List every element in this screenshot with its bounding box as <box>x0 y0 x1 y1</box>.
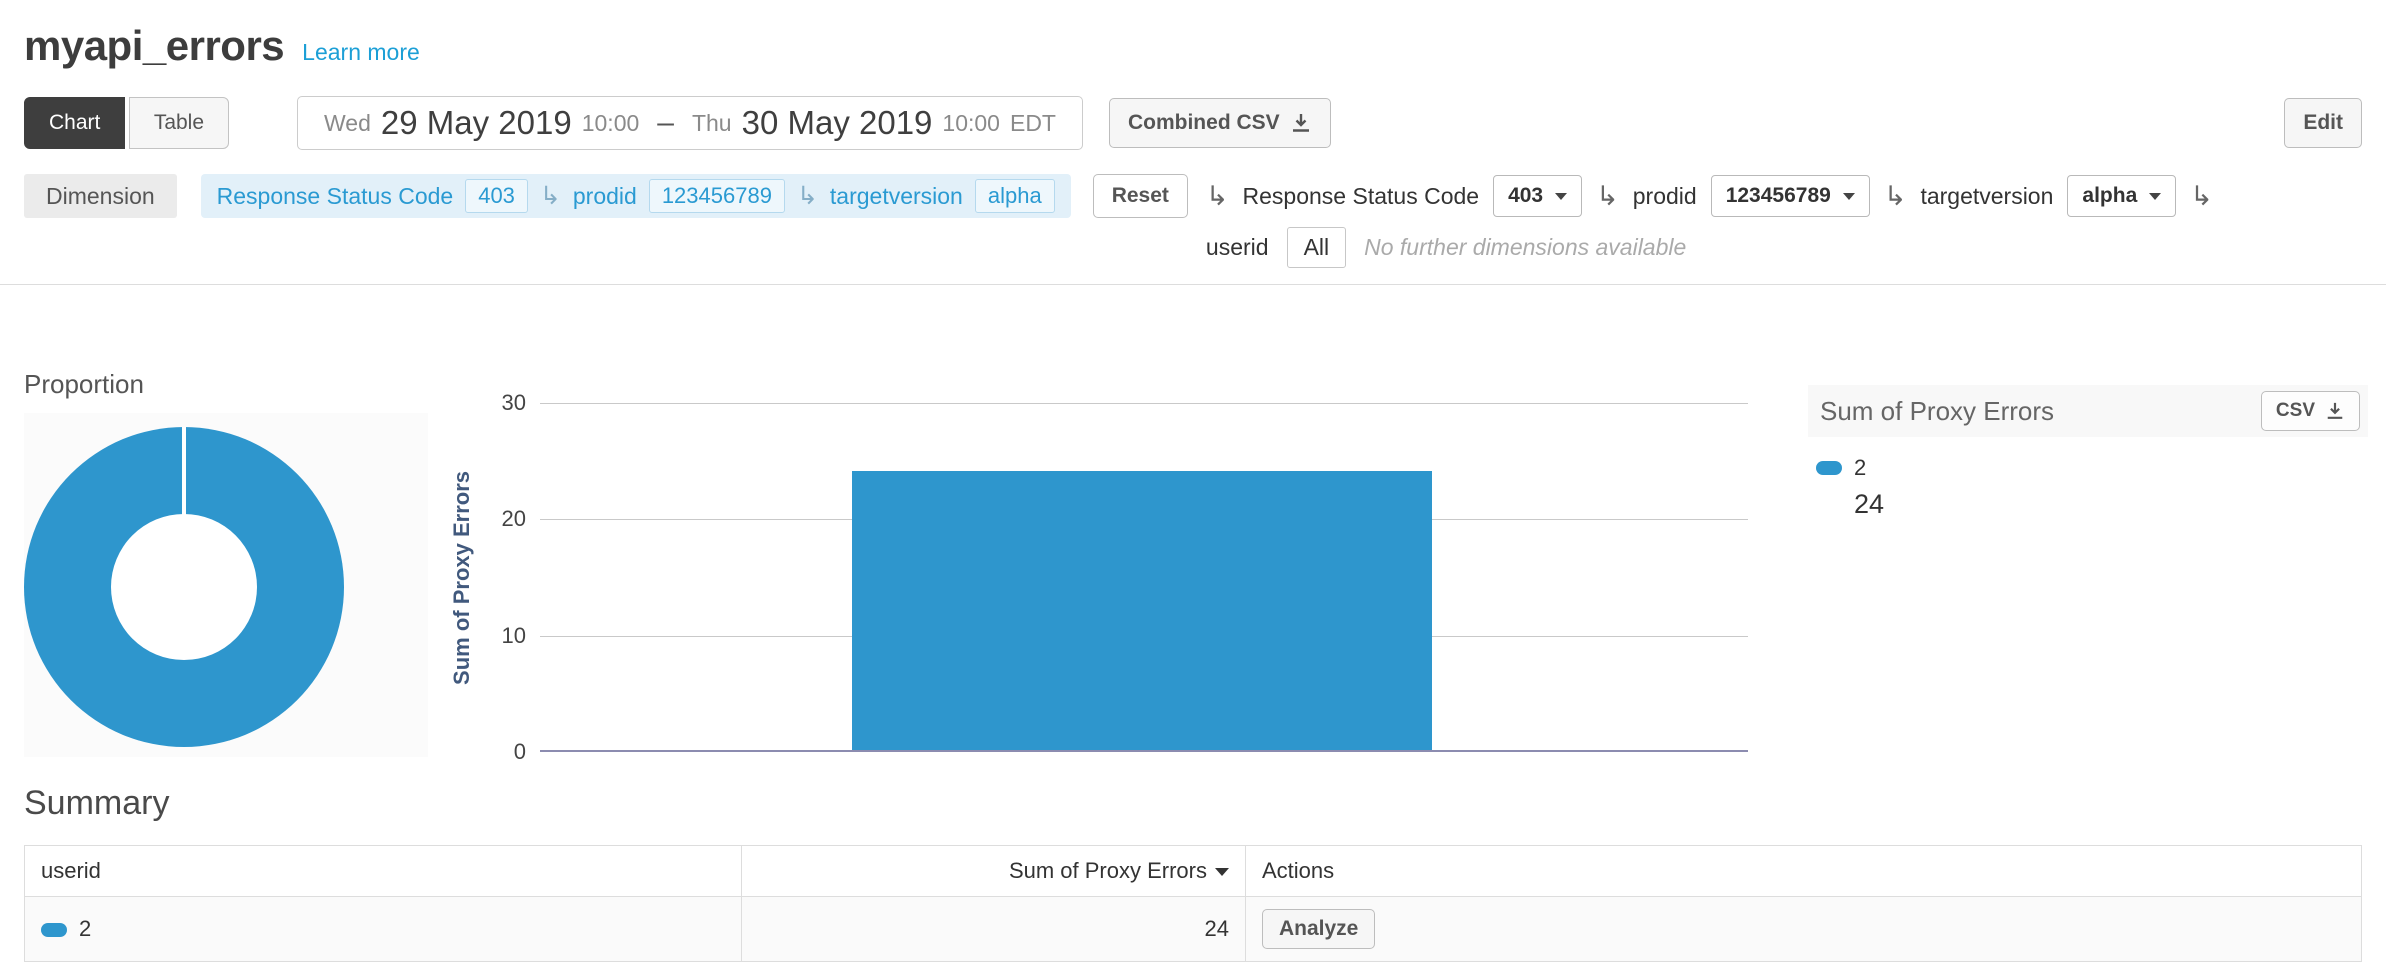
donut-chart[interactable] <box>24 427 344 747</box>
breadcrumb-name: targetversion <box>830 183 963 210</box>
selector-row-userid: userid All No further dimensions availab… <box>1206 226 2213 268</box>
proportion-donut-panel <box>24 413 428 757</box>
end-day: Thu <box>692 110 732 137</box>
no-more-dimensions-note: No further dimensions available <box>1364 234 1686 261</box>
summary-title: Summary <box>24 781 2386 825</box>
drill-down-arrow-icon: ↳ <box>1206 181 1229 212</box>
table-header-row: userid Sum of Proxy Errors Actions <box>25 846 2362 897</box>
start-date: 29 May 2019 <box>381 104 572 142</box>
breadcrumb-name: prodid <box>573 183 637 210</box>
chevron-down-icon <box>1843 193 1855 200</box>
drill-down-arrow-icon: ↳ <box>1596 181 1619 212</box>
combined-csv-button[interactable]: Combined CSV <box>1109 98 1331 148</box>
selector-row: ↳ Response Status Code 403 ↳ prodid 1234… <box>1206 174 2213 218</box>
drill-down-arrow-icon: ↳ <box>797 181 818 211</box>
error-bar[interactable] <box>852 471 1432 750</box>
chevron-down-icon <box>1555 193 1567 200</box>
dimension-breadcrumb[interactable]: Response Status Code 403 ↳ prodid 123456… <box>201 174 1071 218</box>
cell-userid: 2 <box>25 897 742 962</box>
legend-item-value: 24 <box>1854 489 2368 520</box>
reset-button[interactable]: Reset <box>1093 174 1188 218</box>
selector-name: prodid <box>1633 183 1697 210</box>
legend-swatch <box>1816 461 1842 475</box>
x-axis-baseline <box>540 750 1748 752</box>
drill-down-arrow-icon: ↳ <box>540 181 561 211</box>
start-day: Wed <box>324 110 371 137</box>
page-title: myapi_errors <box>24 22 284 70</box>
drill-down-arrow-icon: ↳ <box>2190 181 2213 212</box>
csv-button[interactable]: CSV <box>2261 391 2360 431</box>
sort-descending-icon[interactable] <box>1215 868 1229 876</box>
donut-slice-gap <box>182 427 186 515</box>
column-header-userid: userid <box>25 846 742 897</box>
proportion-title: Proportion <box>24 369 144 400</box>
response-status-code-select[interactable]: 403 <box>1493 175 1582 217</box>
edit-button[interactable]: Edit <box>2284 98 2362 148</box>
view-toggle: Chart Table <box>24 97 229 149</box>
chevron-down-icon <box>2149 193 2161 200</box>
dimension-label: Dimension <box>24 174 177 218</box>
chart-section: Proportion Sum of Proxy Errors 30 20 10 … <box>0 285 2386 775</box>
toolbar: Chart Table Wed 29 May 2019 10:00 – Thu … <box>24 96 2362 150</box>
gridline <box>540 403 1748 404</box>
breadcrumb-value[interactable]: alpha <box>975 179 1055 213</box>
selector-name: targetversion <box>1920 183 2053 210</box>
y-tick-label: 20 <box>468 506 526 532</box>
userid-all-chip[interactable]: All <box>1287 227 1347 268</box>
legend-header: Sum of Proxy Errors CSV <box>1808 385 2368 437</box>
y-tick-label: 30 <box>468 390 526 416</box>
prodid-select[interactable]: 123456789 <box>1711 175 1870 217</box>
page-header: myapi_errors Learn more <box>0 0 2386 70</box>
tab-chart[interactable]: Chart <box>24 97 125 149</box>
drill-down-arrow-icon: ↳ <box>1884 181 1907 212</box>
y-tick-label: 10 <box>468 623 526 649</box>
end-date: 30 May 2019 <box>742 104 933 142</box>
download-icon <box>1290 112 1312 134</box>
chart-legend: Sum of Proxy Errors CSV 2 24 <box>1808 385 2368 520</box>
breadcrumb-name: Response Status Code <box>217 183 454 210</box>
bar-chart-plot-area <box>540 403 1748 752</box>
date-range-picker[interactable]: Wed 29 May 2019 10:00 – Thu 30 May 2019 … <box>297 96 1083 150</box>
dimension-bar: Dimension Response Status Code 403 ↳ pro… <box>24 174 2362 268</box>
legend-item[interactable]: 2 <box>1816 455 2368 481</box>
userid-label: userid <box>1206 234 1269 261</box>
y-tick-label: 0 <box>468 739 526 765</box>
donut-hole <box>111 514 257 660</box>
selector-name: Response Status Code <box>1243 183 1480 210</box>
y-axis-title: Sum of Proxy Errors <box>446 403 478 752</box>
cell-actions: Analyze <box>1246 897 2362 962</box>
timezone: EDT <box>1010 110 1056 137</box>
column-header-actions: Actions <box>1246 846 2362 897</box>
analyze-button[interactable]: Analyze <box>1262 909 1375 949</box>
table-row: 2 24 Analyze <box>25 897 2362 962</box>
dimension-selectors: ↳ Response Status Code 403 ↳ prodid 1234… <box>1206 174 2213 268</box>
breadcrumb-value[interactable]: 403 <box>465 179 528 213</box>
date-separator: – <box>657 106 674 140</box>
column-header-sum: Sum of Proxy Errors <box>742 846 1246 897</box>
summary-table: userid Sum of Proxy Errors Actions 2 24 … <box>24 845 2362 962</box>
tab-table[interactable]: Table <box>129 97 229 149</box>
end-time: 10:00 <box>942 110 1000 137</box>
legend-title: Sum of Proxy Errors <box>1820 396 2054 427</box>
cell-sum: 24 <box>742 897 1246 962</box>
legend-item-label: 2 <box>1854 455 1866 481</box>
learn-more-link[interactable]: Learn more <box>302 39 420 66</box>
targetversion-select[interactable]: alpha <box>2067 175 2176 217</box>
download-icon <box>2325 401 2345 421</box>
start-time: 10:00 <box>582 110 640 137</box>
breadcrumb-value[interactable]: 123456789 <box>649 179 785 213</box>
series-swatch <box>41 923 67 937</box>
